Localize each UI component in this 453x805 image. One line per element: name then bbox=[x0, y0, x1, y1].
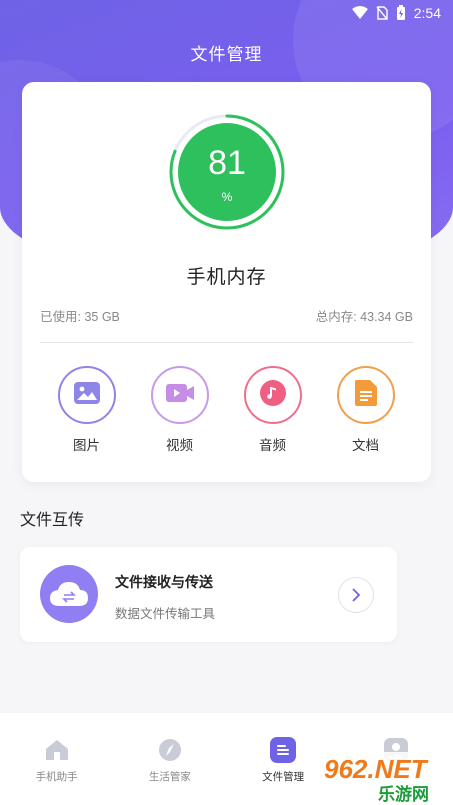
category-circle[interactable] bbox=[243, 366, 302, 424]
cloud-transfer-icon bbox=[40, 565, 98, 623]
no-sim-icon bbox=[376, 6, 388, 20]
nav-item-phone-assistant[interactable]: 手机助手 bbox=[0, 713, 113, 805]
storage-percent: 81 bbox=[208, 144, 246, 182]
category-videos[interactable]: 视频 bbox=[133, 366, 226, 454]
total-storage: 总内存: 43.34 GB bbox=[315, 310, 413, 324]
video-icon bbox=[165, 382, 194, 409]
nav-label: 生活管家 bbox=[148, 771, 191, 783]
image-icon bbox=[73, 381, 100, 409]
transfer-subtitle: 数据文件传输工具 bbox=[115, 607, 216, 621]
category-list: 图片 视频 音频 文档 bbox=[22, 366, 431, 454]
storage-card: 81 % 手机内存 已使用: 35 GB 总内存: 43.34 GB 图片 视频 bbox=[22, 82, 431, 482]
nav-label: 手机助手 bbox=[35, 771, 78, 783]
watermark-brand: 962.NET bbox=[324, 754, 429, 784]
category-circle[interactable] bbox=[336, 366, 395, 424]
chevron-right-icon[interactable] bbox=[338, 577, 374, 613]
transfer-title: 文件接收与传送 bbox=[115, 574, 213, 590]
storage-percent-unit: % bbox=[221, 190, 233, 204]
category-label: 视频 bbox=[166, 438, 193, 453]
category-documents[interactable]: 文档 bbox=[319, 366, 412, 454]
section-title: 文件互传 bbox=[20, 512, 85, 529]
status-time: 2:54 bbox=[413, 5, 441, 21]
site-watermark: 962.NET 乐游网 bbox=[318, 752, 453, 805]
category-images[interactable]: 图片 bbox=[40, 366, 133, 454]
storage-gauge: 81 % bbox=[169, 114, 285, 230]
category-label: 文档 bbox=[352, 438, 379, 453]
file-transfer-card[interactable]: 文件接收与传送 数据文件传输工具 bbox=[20, 547, 397, 642]
nav-label: 文件管理 bbox=[262, 771, 305, 783]
status-bar: 2:54 bbox=[0, 0, 453, 26]
music-icon bbox=[259, 379, 286, 411]
category-audio[interactable]: 音频 bbox=[226, 366, 319, 454]
watermark-cn: 乐游网 bbox=[378, 784, 429, 805]
category-circle[interactable] bbox=[150, 366, 209, 424]
category-label: 图片 bbox=[73, 438, 100, 453]
category-circle[interactable] bbox=[57, 366, 116, 424]
page-title: 文件管理 bbox=[190, 45, 263, 64]
wifi-icon bbox=[351, 6, 368, 20]
document-icon bbox=[354, 379, 377, 411]
nav-item-life-manager[interactable]: 生活管家 bbox=[113, 713, 226, 805]
used-storage: 已使用: 35 GB bbox=[40, 310, 120, 324]
battery-charging-icon bbox=[396, 5, 406, 21]
storage-title: 手机内存 bbox=[186, 267, 267, 288]
category-label: 音频 bbox=[259, 438, 286, 453]
divider bbox=[40, 342, 413, 343]
home-icon bbox=[44, 737, 70, 763]
file-list-icon bbox=[270, 737, 297, 763]
compass-icon bbox=[157, 737, 183, 763]
